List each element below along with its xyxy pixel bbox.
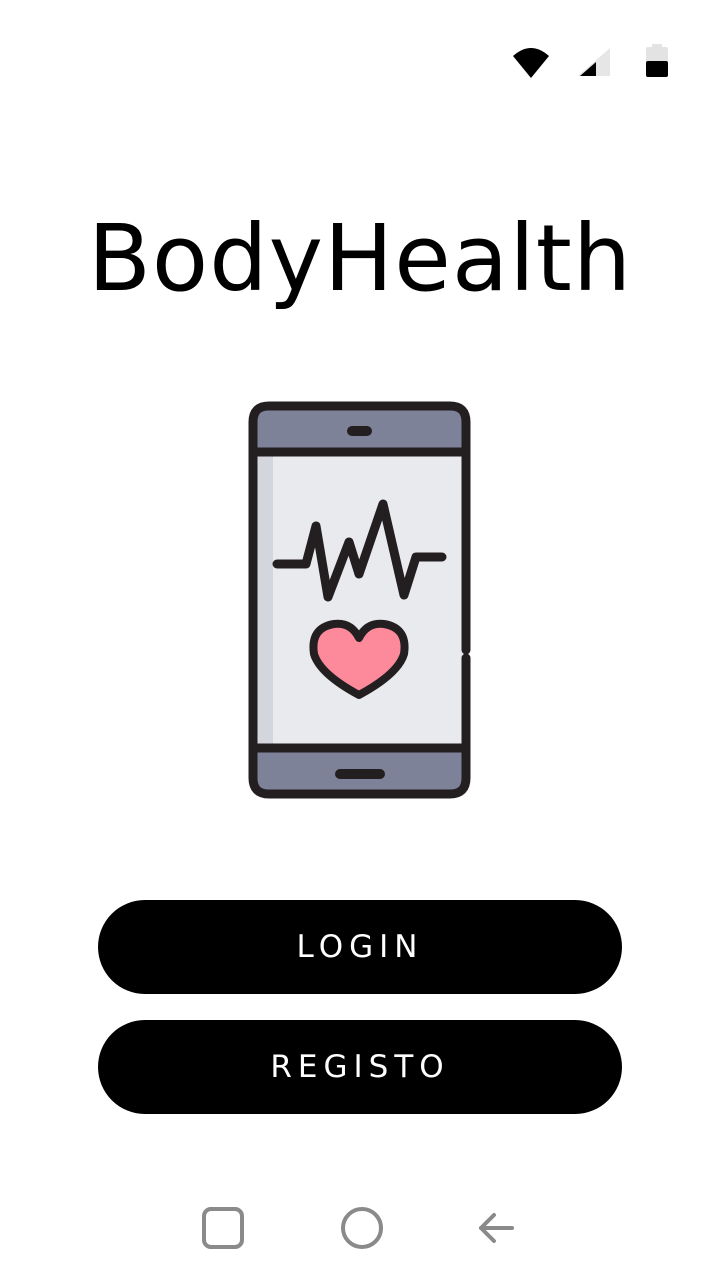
back-button[interactable] (466, 1200, 526, 1260)
phone-heartbeat-icon (240, 392, 480, 808)
recents-button[interactable] (193, 1200, 253, 1260)
recents-icon (200, 1205, 246, 1255)
home-button[interactable] (332, 1200, 392, 1260)
back-icon (476, 1208, 516, 1252)
register-button[interactable]: REGISTO (98, 1020, 622, 1114)
app-title: BodyHealth (87, 205, 633, 312)
wifi-icon (512, 46, 550, 80)
status-bar (0, 0, 720, 110)
battery-icon (644, 44, 670, 78)
home-icon (339, 1205, 385, 1255)
signal-icon (576, 46, 612, 78)
login-button[interactable]: LOGIN (98, 900, 622, 994)
navigation-bar (0, 1180, 720, 1280)
